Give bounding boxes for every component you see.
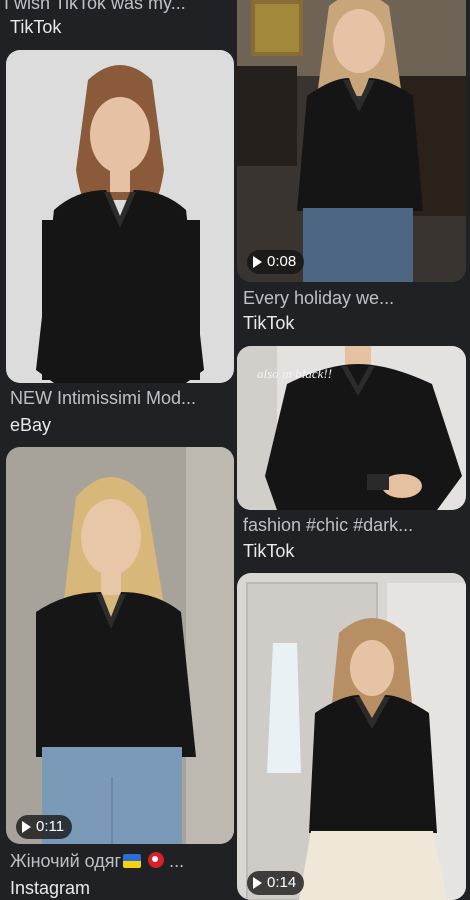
result-source[interactable]: Instagram [10, 877, 90, 899]
video-duration-badge: 0:08 [247, 250, 305, 274]
play-icon [253, 256, 262, 268]
turkey-flag-icon [148, 852, 165, 868]
result-thumbnail[interactable]: 0:14 [237, 573, 466, 900]
result-title[interactable]: fashion #chic #dark... [243, 514, 466, 536]
result-title[interactable]: Жіночий одяг ... [10, 850, 234, 872]
video-duration-badge: 0:11 [16, 815, 73, 839]
result-source[interactable]: TikTok [10, 16, 61, 38]
result-thumbnail[interactable]: also in black!! [237, 346, 466, 510]
video-thumbnail [6, 447, 234, 844]
video-duration: 0:08 [267, 253, 297, 270]
result-title[interactable]: Every holiday we... [243, 287, 466, 309]
video-thumbnail [237, 0, 466, 282]
result-thumbnail[interactable]: 0:11 [6, 447, 234, 844]
result-thumbnail[interactable] [6, 50, 234, 383]
result-source[interactable]: TikTok [243, 312, 294, 334]
video-duration-badge: 0:14 [247, 871, 305, 895]
video-duration: 0:11 [36, 818, 65, 835]
play-icon [253, 877, 262, 889]
result-title[interactable]: I wish TikTok was my... [4, 0, 234, 14]
video-duration: 0:14 [267, 874, 297, 891]
result-title-text: Жіночий одяг [10, 851, 122, 871]
result-source[interactable]: eBay [10, 414, 51, 436]
result-title[interactable]: NEW Intimissimi Mod... [10, 387, 234, 409]
video-overlay-caption: also in black!! [257, 366, 333, 381]
ukraine-flag-icon [123, 854, 142, 868]
video-thumbnail [237, 573, 466, 900]
product-photo [6, 50, 234, 383]
result-title-ellipsis: ... [169, 851, 185, 871]
result-source[interactable]: TikTok [243, 540, 294, 562]
play-icon [22, 821, 31, 833]
result-thumbnail[interactable]: 0:08 [237, 0, 466, 282]
